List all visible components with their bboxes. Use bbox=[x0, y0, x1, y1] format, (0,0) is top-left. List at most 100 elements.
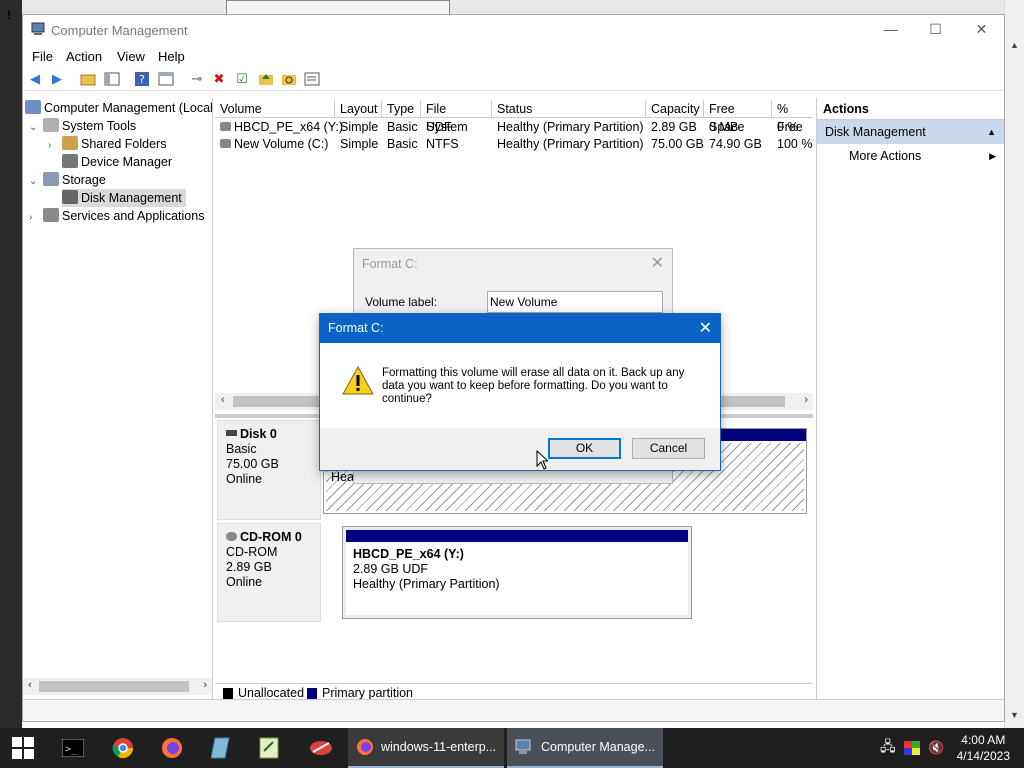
close-icon[interactable]: ✕ bbox=[651, 253, 664, 273]
column-type[interactable]: Type bbox=[382, 100, 421, 118]
properties-icon[interactable]: ☑ bbox=[233, 70, 251, 88]
column-file-system[interactable]: File System bbox=[421, 100, 492, 134]
properties-pane-icon[interactable] bbox=[157, 70, 175, 88]
start-button[interactable] bbox=[12, 728, 34, 768]
ok-button[interactable]: OK bbox=[548, 438, 621, 459]
menu-view[interactable]: View bbox=[117, 49, 145, 64]
chrome-taskbar-icon[interactable] bbox=[112, 728, 134, 768]
title-bar: Computer Management — ☐ ✕ bbox=[23, 15, 1004, 45]
volume-muted-icon[interactable]: 🔇 bbox=[928, 728, 944, 768]
chevron-left-icon[interactable]: ‹ bbox=[221, 394, 225, 406]
table-row[interactable]: New Volume (C:) Simple Basic NTFS Health… bbox=[215, 136, 813, 153]
column-layout[interactable]: Layout bbox=[335, 100, 382, 118]
editor-taskbar-icon[interactable] bbox=[259, 728, 279, 768]
column-percent-free[interactable]: % Free bbox=[772, 100, 813, 134]
menu-action[interactable]: Action bbox=[66, 49, 102, 64]
chevron-right-icon[interactable]: › bbox=[29, 209, 43, 227]
table-row[interactable]: HBCD_PE_x64 (Y:) Simple Basic UDF Health… bbox=[215, 119, 813, 136]
show-hide-tree-icon[interactable] bbox=[103, 70, 121, 88]
row-capacity-cell: 75.00 GB bbox=[651, 137, 704, 151]
cdrom-0-partition[interactable]: HBCD_PE_x64 (Y:) 2.89 GB UDF Healthy (Pr… bbox=[342, 526, 692, 619]
tree-item-system-tools[interactable]: ⌄ System Tools bbox=[29, 117, 136, 135]
close-icon[interactable]: ✕ bbox=[699, 318, 712, 338]
tree-item-device-manager[interactable]: Device Manager bbox=[62, 153, 172, 171]
tree-item-services-and-applications[interactable]: › Services and Applications bbox=[29, 207, 204, 225]
cd-drive-icon bbox=[220, 122, 231, 131]
terminal-taskbar-icon[interactable]: >_ bbox=[62, 728, 84, 768]
computer-management-icon bbox=[515, 739, 531, 754]
computer-icon bbox=[25, 100, 41, 114]
scroll-thumb[interactable] bbox=[39, 681, 189, 692]
column-capacity[interactable]: Capacity bbox=[646, 100, 704, 118]
clock-date: 4/14/2023 bbox=[956, 749, 1010, 763]
network-icon[interactable]: 🖧 bbox=[880, 728, 896, 768]
volume-label-caption: Volume label: bbox=[365, 295, 438, 309]
chevron-right-icon[interactable]: › bbox=[203, 679, 207, 691]
desktop-top-strip bbox=[0, 0, 1024, 14]
chevron-right-icon[interactable]: › bbox=[48, 137, 62, 155]
notepad-taskbar-icon[interactable] bbox=[211, 728, 231, 768]
legend-primary-partition: Primary partition bbox=[322, 686, 413, 700]
menu-file[interactable]: File bbox=[32, 49, 53, 64]
disk-0-label[interactable]: Disk 0 Basic 75.00 GB Online bbox=[217, 420, 321, 520]
folder-up-icon[interactable] bbox=[257, 70, 275, 88]
legend-unallocated: Unallocated bbox=[238, 686, 305, 700]
mouse-cursor-icon bbox=[536, 450, 548, 470]
actions-section-disk-management[interactable]: Disk Management ▲ bbox=[817, 120, 1004, 144]
menu-help[interactable]: Help bbox=[158, 49, 185, 64]
tree-item-storage[interactable]: ⌄ Storage bbox=[29, 171, 106, 189]
cancel-button[interactable]: Cancel bbox=[632, 438, 705, 459]
disk-icon bbox=[220, 139, 231, 148]
connect-icon[interactable]: ⊸ bbox=[188, 70, 206, 88]
confirm-message: Formatting this volume will erase all da… bbox=[382, 367, 685, 405]
firefox-icon bbox=[357, 739, 373, 755]
column-volume[interactable]: Volume bbox=[215, 100, 335, 118]
minimize-button[interactable]: — bbox=[868, 15, 913, 45]
chevron-down-icon[interactable]: ▼ bbox=[1010, 710, 1019, 720]
chevron-left-icon[interactable]: ‹ bbox=[28, 679, 32, 691]
column-free-space[interactable]: Free Space bbox=[704, 100, 772, 134]
legend: Unallocated Primary partition bbox=[215, 683, 813, 700]
chevron-down-icon[interactable]: ⌄ bbox=[29, 119, 43, 137]
volume-label-input[interactable]: New Volume bbox=[487, 291, 663, 313]
chevron-down-icon[interactable]: ⌄ bbox=[29, 173, 43, 191]
column-status[interactable]: Status bbox=[492, 100, 646, 118]
row-layout-cell: Simple bbox=[340, 120, 379, 134]
confirm-dialog-footer: OK Cancel bbox=[320, 428, 720, 470]
action-more-actions[interactable]: More Actions ▶ bbox=[817, 144, 1004, 168]
display-settings-icon[interactable] bbox=[904, 728, 920, 768]
search-folder-icon[interactable] bbox=[280, 70, 298, 88]
tool-taskbar-icon[interactable] bbox=[309, 728, 333, 768]
tree-horizontal-scrollbar[interactable]: ‹ › bbox=[23, 678, 212, 695]
desktop-right-scrollbar[interactable]: ▲ ▼ bbox=[1004, 0, 1024, 728]
cdrom-0-label[interactable]: CD-ROM 0 CD-ROM 2.89 GB Online bbox=[217, 523, 321, 622]
help-icon[interactable]: ? bbox=[133, 70, 151, 88]
taskbar-app-firefox-window[interactable]: windows-11-enterp... bbox=[348, 728, 504, 768]
chevron-up-icon[interactable]: ▲ bbox=[1010, 40, 1019, 50]
taskbar-app-computer-management[interactable]: Computer Manage... bbox=[507, 728, 663, 768]
toolbar: ◀ ▶ ? ⊸ ✖ ☑ bbox=[23, 67, 1004, 91]
up-folder-icon[interactable] bbox=[79, 70, 97, 88]
windows-logo-icon bbox=[12, 737, 34, 759]
menu-bar: File Action View Help bbox=[23, 45, 1004, 67]
firefox-taskbar-icon[interactable] bbox=[161, 728, 183, 768]
back-arrow-icon[interactable]: ◀ bbox=[26, 70, 44, 88]
disk-0-type: Basic bbox=[226, 442, 257, 456]
chevron-right-icon[interactable]: › bbox=[804, 394, 808, 406]
device-manager-icon bbox=[62, 154, 78, 168]
desktop-left-strip: ! bbox=[0, 0, 22, 728]
tree-item-shared-folders[interactable]: › Shared Folders bbox=[48, 135, 166, 153]
export-list-icon[interactable] bbox=[303, 70, 321, 88]
tree-item-disk-management[interactable]: Disk Management bbox=[62, 189, 186, 207]
tree-item-computer-management[interactable]: Computer Management (Local bbox=[25, 99, 213, 117]
forward-arrow-icon[interactable]: ▶ bbox=[48, 70, 66, 88]
actions-header: Actions bbox=[817, 98, 1004, 120]
maximize-button[interactable]: ☐ bbox=[913, 15, 958, 45]
close-button[interactable]: ✕ bbox=[959, 15, 1004, 45]
delete-icon[interactable]: ✖ bbox=[210, 70, 228, 88]
services-icon bbox=[43, 208, 59, 222]
status-bar bbox=[23, 699, 1004, 721]
collapse-arrow-icon[interactable]: ▲ bbox=[987, 120, 996, 144]
system-clock[interactable]: 4:00 AM 4/14/2023 bbox=[957, 732, 1010, 764]
actions-pane: Actions Disk Management ▲ More Actions ▶ bbox=[816, 98, 1004, 699]
